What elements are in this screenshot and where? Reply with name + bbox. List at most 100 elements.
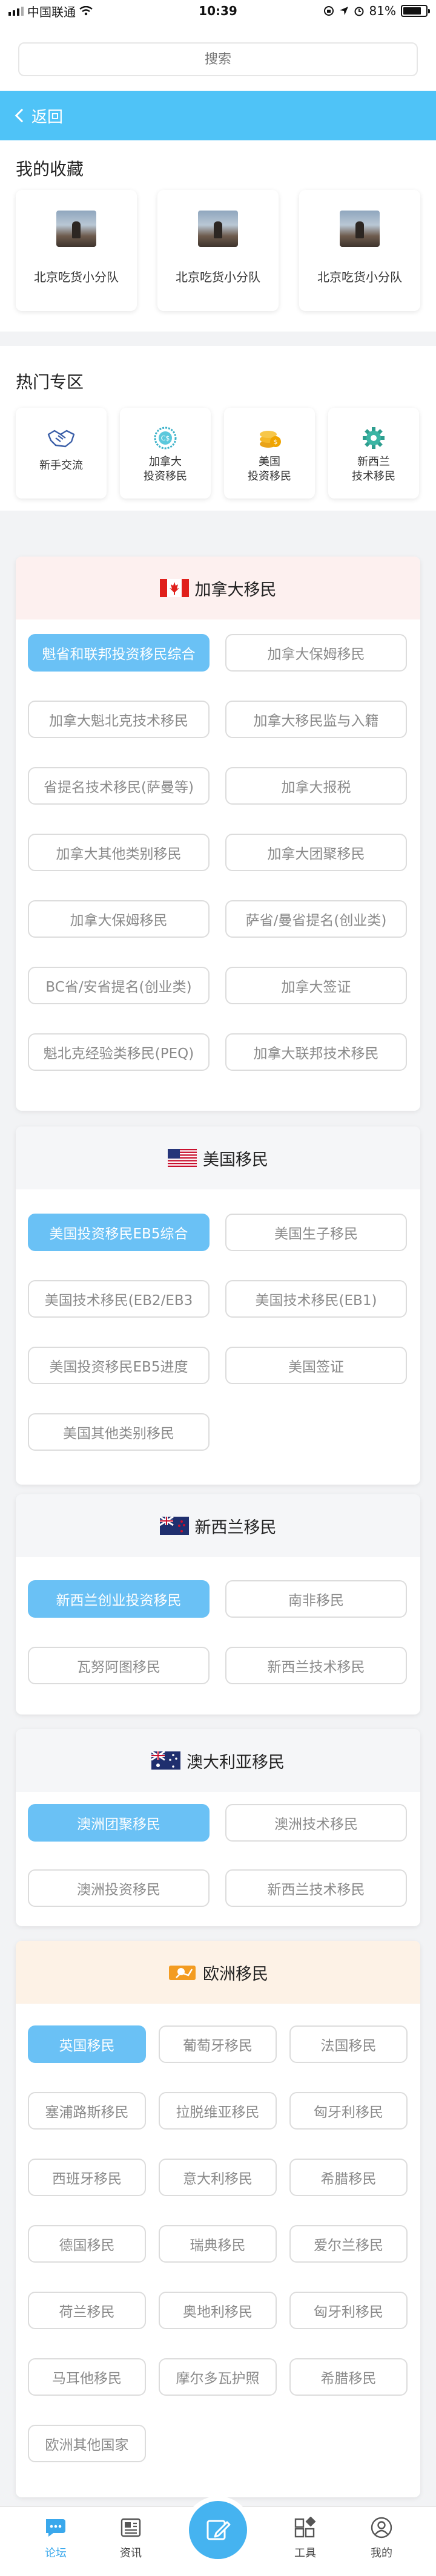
tab-news[interactable]: 资讯 bbox=[107, 2516, 155, 2560]
chip-canada-5[interactable]: 加拿大报税 bbox=[225, 767, 407, 805]
chip-eu-4[interactable]: 拉脱维亚移民 bbox=[159, 2092, 277, 2130]
back-label: 返回 bbox=[31, 108, 64, 126]
chip-au-2[interactable]: 澳洲投资移民 bbox=[28, 1869, 210, 1907]
tab-label: 我的 bbox=[371, 2547, 392, 2560]
lock-rotation-icon bbox=[323, 6, 334, 16]
clock: 10:39 bbox=[199, 4, 237, 18]
tab-label: 资讯 bbox=[120, 2547, 142, 2560]
chip-eu-7[interactable]: 意大利移民 bbox=[159, 2159, 277, 2196]
chip-usa-1[interactable]: 美国生子移民 bbox=[225, 1214, 407, 1251]
hot-item-label: 加拿大 投资移民 bbox=[144, 456, 187, 483]
chip-eu-10[interactable]: 瑞典移民 bbox=[159, 2225, 277, 2263]
chevron-left-icon bbox=[15, 108, 29, 123]
chip-canada-2[interactable]: 加拿大魁北克技术移民 bbox=[28, 701, 210, 738]
canada-title: 加拿大移民 bbox=[194, 580, 277, 600]
hot-item-label: 新手交流 bbox=[39, 459, 83, 472]
location-icon bbox=[339, 7, 348, 15]
alarm-icon bbox=[354, 7, 364, 16]
chip-canada-12[interactable]: 魁北克经验类移民(PEQ) bbox=[28, 1033, 210, 1071]
chip-canada-6[interactable]: 加拿大其他类别移民 bbox=[28, 834, 210, 871]
eu-header: 欧洲移民 bbox=[16, 1941, 420, 2004]
chip-eu-3[interactable]: 塞浦路斯移民 bbox=[28, 2092, 146, 2130]
chip-canada-3[interactable]: 加拿大移民监与入籍 bbox=[225, 701, 407, 738]
chip-nz-0[interactable]: 新西兰创业投资移民 bbox=[28, 1580, 210, 1618]
tab-profile[interactable]: 我的 bbox=[357, 2516, 406, 2560]
eu-section: 欧洲移民 英国移民 葡萄牙移民 法国移民 塞浦路斯移民 拉脱维亚移民 匈牙利移民… bbox=[16, 1941, 420, 2497]
hot-item-nz-skilled[interactable]: 新西兰 技术移民 bbox=[328, 408, 419, 499]
chip-eu-9[interactable]: 德国移民 bbox=[28, 2225, 146, 2263]
chip-eu-5[interactable]: 匈牙利移民 bbox=[289, 2092, 408, 2130]
chip-canada-4[interactable]: 省提名技术移民(萨曼等) bbox=[28, 767, 210, 805]
signal-icon bbox=[8, 6, 24, 16]
chip-usa-6[interactable]: 美国其他类别移民 bbox=[28, 1413, 210, 1451]
chip-canada-11[interactable]: 加拿大签证 bbox=[225, 967, 407, 1004]
chip-eu-8[interactable]: 希腊移民 bbox=[289, 2159, 408, 2196]
au-section: 澳大利亚移民 澳洲团聚移民 澳洲技术移民 澳洲投资移民 新西兰技术移民 bbox=[16, 1729, 420, 1926]
chip-eu-18[interactable]: 欧洲其他国家 bbox=[28, 2425, 146, 2462]
battery-percent: 81% bbox=[369, 4, 396, 18]
tab-forum[interactable]: 论坛 bbox=[31, 2516, 80, 2560]
chip-eu-17[interactable]: 希腊移民 bbox=[289, 2358, 408, 2396]
hot-item-usa-investment[interactable]: $ 美国 投资移民 bbox=[224, 408, 315, 499]
back-button[interactable]: 返回 bbox=[13, 105, 63, 127]
chip-canada-8[interactable]: 加拿大保姆移民 bbox=[28, 900, 210, 938]
chip-canada-7[interactable]: 加拿大团聚移民 bbox=[225, 834, 407, 871]
chip-usa-2[interactable]: 美国技术移民(EB2/EB3 bbox=[28, 1280, 210, 1318]
chip-eu-15[interactable]: 马耳他移民 bbox=[28, 2358, 146, 2396]
favorites-title: 我的收藏 bbox=[16, 159, 84, 179]
search-input[interactable] bbox=[18, 42, 418, 76]
tab-label: 论坛 bbox=[45, 2547, 67, 2560]
tab-tools[interactable]: 工具 bbox=[281, 2516, 329, 2560]
chip-eu-2[interactable]: 法国移民 bbox=[289, 2025, 408, 2063]
usa-section: 美国移民 美国投资移民EB5综合 美国生子移民 美国技术移民(EB2/EB3 美… bbox=[16, 1126, 420, 1485]
nz-header: 新西兰移民 bbox=[16, 1494, 420, 1557]
news-icon bbox=[117, 2516, 144, 2540]
chip-nz-2[interactable]: 瓦努阿图移民 bbox=[28, 1647, 210, 1684]
hot-item-label: 新西兰 技术移民 bbox=[352, 456, 395, 483]
favorite-card[interactable]: 北京吃货小分队 bbox=[16, 190, 137, 311]
chip-eu-16[interactable]: 摩尔多瓦护照 bbox=[159, 2358, 277, 2396]
chip-eu-12[interactable]: 荷兰移民 bbox=[28, 2292, 146, 2329]
chip-canada-0[interactable]: 魁省和联邦投资移民综合 bbox=[28, 634, 210, 672]
chip-eu-1[interactable]: 葡萄牙移民 bbox=[159, 2025, 277, 2063]
chip-canada-13[interactable]: 加拿大联邦技术移民 bbox=[225, 1033, 407, 1071]
hot-item-newcomer[interactable]: 新手交流 bbox=[16, 408, 107, 499]
chip-canada-9[interactable]: 萨省/曼省提名(创业类) bbox=[225, 900, 407, 938]
chip-canada-1[interactable]: 加拿大保姆移民 bbox=[225, 634, 407, 672]
favorite-card[interactable]: 北京吃货小分队 bbox=[157, 190, 279, 311]
usa-title: 美国移民 bbox=[203, 1150, 268, 1169]
usa-header: 美国移民 bbox=[16, 1126, 420, 1189]
chip-eu-6[interactable]: 西班牙移民 bbox=[28, 2159, 146, 2196]
profile-icon bbox=[368, 2516, 395, 2540]
favorites-section: 我的收藏 北京吃货小分队 北京吃货小分队 北京吃货小分队 bbox=[0, 140, 436, 332]
hot-item-label: 美国 投资移民 bbox=[248, 456, 291, 483]
chip-au-3[interactable]: 新西兰技术移民 bbox=[225, 1869, 407, 1907]
favorite-card[interactable]: 北京吃货小分队 bbox=[299, 190, 420, 311]
chip-canada-10[interactable]: BC省/安省提名(创业类) bbox=[28, 967, 210, 1004]
chip-nz-1[interactable]: 南非移民 bbox=[225, 1580, 407, 1618]
chip-eu-11[interactable]: 爱尔兰移民 bbox=[289, 2225, 408, 2263]
favorite-name: 北京吃货小分队 bbox=[34, 270, 119, 284]
usa-flag-icon bbox=[168, 1149, 197, 1167]
chip-usa-4[interactable]: 美国投资移民EB5进度 bbox=[28, 1347, 210, 1384]
handshake-icon bbox=[47, 423, 76, 453]
chip-eu-13[interactable]: 奥地利移民 bbox=[159, 2292, 277, 2329]
chip-au-1[interactable]: 澳洲技术移民 bbox=[225, 1804, 407, 1842]
chip-nz-3[interactable]: 新西兰技术移民 bbox=[225, 1647, 407, 1684]
chip-eu-14[interactable]: 匈牙利移民 bbox=[289, 2292, 408, 2329]
chip-usa-3[interactable]: 美国技术移民(EB1) bbox=[225, 1280, 407, 1318]
gear-icon bbox=[359, 423, 388, 453]
search-bar bbox=[0, 22, 436, 91]
carrier-signal: 中国联通 bbox=[8, 2, 93, 20]
status-bar: 中国联通 10:39 81% bbox=[0, 0, 436, 22]
hot-item-canada-investment[interactable]: C$ 加拿大 投资移民 bbox=[120, 408, 211, 499]
chip-eu-0[interactable]: 英国移民 bbox=[28, 2025, 146, 2063]
au-header: 澳大利亚移民 bbox=[16, 1729, 420, 1792]
compose-button[interactable] bbox=[189, 2501, 247, 2559]
chip-au-0[interactable]: 澳洲团聚移民 bbox=[28, 1804, 210, 1842]
tools-icon bbox=[292, 2516, 319, 2540]
chip-usa-0[interactable]: 美国投资移民EB5综合 bbox=[28, 1214, 210, 1251]
canada-header: 加拿大移民 bbox=[16, 557, 420, 619]
chip-usa-5[interactable]: 美国签证 bbox=[225, 1347, 407, 1384]
canada-flag-icon bbox=[159, 579, 189, 597]
